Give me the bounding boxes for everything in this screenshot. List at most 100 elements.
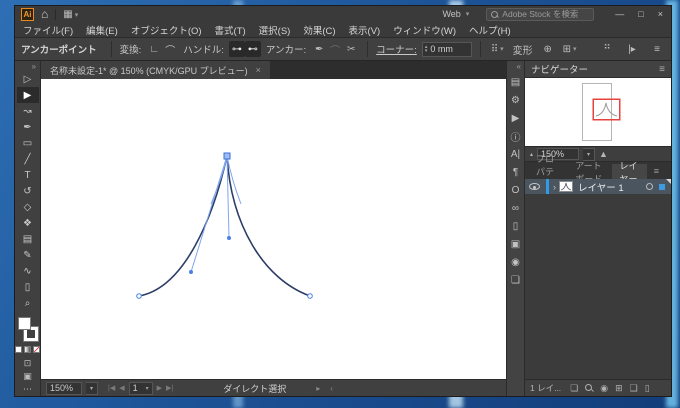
layer-thumbnail[interactable] bbox=[559, 181, 573, 192]
links-panel-icon[interactable]: ∞ bbox=[507, 199, 524, 217]
play-actions-icon[interactable]: ▶ bbox=[507, 109, 524, 127]
rectangle-tool[interactable]: ▭ bbox=[17, 135, 39, 151]
target-circle-icon[interactable] bbox=[646, 183, 653, 190]
symbols-panel-icon[interactable]: ▣ bbox=[507, 235, 524, 253]
handle-end-point[interactable] bbox=[227, 236, 231, 240]
toolbar-expand-icon[interactable]: » bbox=[32, 61, 40, 71]
menu-item[interactable]: 書式(T) bbox=[215, 23, 246, 37]
drawing-mode-button[interactable]: ⊡ bbox=[24, 357, 32, 370]
anchor-point[interactable] bbox=[136, 293, 142, 299]
convert-to-smooth-icon[interactable]: ⌒ bbox=[162, 41, 178, 57]
selection-indicator-square[interactable] bbox=[659, 183, 665, 190]
zoom-in-icon[interactable]: ▲ bbox=[599, 149, 608, 159]
gradient-mode-button[interactable] bbox=[24, 346, 31, 353]
workspace-switcher[interactable]: Web ▾ bbox=[442, 9, 469, 19]
blend-tool[interactable]: ∿ bbox=[17, 263, 39, 279]
lasso-tool[interactable]: ↝ bbox=[17, 103, 39, 119]
last-artboard-icon[interactable]: ▶| bbox=[166, 384, 173, 392]
pencil-tool[interactable]: ✎ bbox=[17, 247, 39, 263]
actions-icon[interactable]: ⚙ bbox=[507, 91, 524, 109]
pen-tool[interactable]: ✒ bbox=[17, 119, 39, 135]
export-for-screens-button[interactable]: ⊞ ▾ bbox=[561, 41, 579, 57]
anchor-point[interactable] bbox=[307, 293, 313, 299]
remove-anchor-pen-icon[interactable]: ✒ bbox=[311, 41, 327, 57]
document-info-icon[interactable]: ⓘ bbox=[507, 127, 524, 145]
zoom-tool[interactable]: ⌕ bbox=[17, 295, 39, 311]
direct-selection-tool[interactable]: ▶ bbox=[16, 87, 39, 103]
show-handles-icon[interactable]: ⊶ bbox=[228, 41, 245, 57]
paragraph-panel-icon[interactable]: ¶ bbox=[507, 163, 524, 181]
panel-menu-icon[interactable]: ≡ bbox=[659, 64, 665, 75]
rotate-tool[interactable]: ↺ bbox=[17, 183, 39, 199]
corner-radius-value[interactable]: 0 mm bbox=[430, 44, 453, 54]
artboard-tool[interactable]: ▯ bbox=[17, 279, 39, 295]
next-artboard-icon[interactable]: ▶ bbox=[157, 384, 162, 392]
vector-path-drawing[interactable] bbox=[41, 79, 506, 380]
menu-item[interactable]: オブジェクト(O) bbox=[131, 23, 202, 37]
eraser-tool[interactable]: ◇ bbox=[17, 199, 39, 215]
opentype-panel-icon[interactable]: O bbox=[507, 181, 524, 199]
adobe-stock-search-input[interactable]: Adobe Stock を検索 bbox=[486, 7, 595, 21]
transform-button[interactable]: 変形 bbox=[511, 41, 535, 57]
tab-artboards[interactable]: アートボード bbox=[568, 161, 612, 184]
new-layer-icon[interactable]: ❑ bbox=[630, 383, 638, 394]
first-artboard-icon[interactable]: |◀ bbox=[108, 384, 115, 392]
selected-anchor-point[interactable] bbox=[223, 152, 231, 160]
tab-properties[interactable]: プロパティ bbox=[529, 154, 568, 190]
expand-chevron-icon[interactable]: › bbox=[553, 182, 556, 192]
visibility-eye-icon[interactable] bbox=[529, 183, 540, 190]
zoom-out-icon[interactable]: ▴ bbox=[530, 151, 533, 158]
collect-for-export-icon[interactable]: ❏ bbox=[570, 383, 578, 394]
stepper-down-icon[interactable]: ▾ bbox=[425, 49, 428, 54]
type-tool[interactable]: T bbox=[17, 167, 39, 183]
connect-path-icon[interactable]: ⌒ bbox=[327, 41, 343, 57]
status-splitter-left-icon[interactable]: ‹ bbox=[330, 384, 333, 393]
navigator-tab[interactable]: ナビゲーター bbox=[531, 62, 588, 76]
corner-radius-stepper[interactable]: ▴ ▾ 0 mm bbox=[421, 41, 472, 57]
menu-item[interactable]: 効果(C) bbox=[303, 23, 335, 37]
menu-item[interactable]: 選択(S) bbox=[259, 23, 291, 37]
zoom-level-field[interactable]: 150% bbox=[46, 381, 82, 395]
screen-mode-button[interactable]: ▣ bbox=[23, 370, 32, 383]
panel-menu-icon[interactable]: ≡ bbox=[647, 163, 666, 178]
menu-item[interactable]: 編集(E) bbox=[86, 23, 118, 37]
artboards-panel-icon[interactable]: ▯ bbox=[507, 217, 524, 235]
menu-item[interactable]: ウィンドウ(W) bbox=[393, 23, 456, 37]
zoom-dropdown-icon[interactable]: ▾ bbox=[86, 381, 98, 395]
new-sublayer-icon[interactable]: ⊞ bbox=[615, 383, 623, 394]
none-mode-button[interactable] bbox=[33, 346, 40, 353]
trash-icon[interactable]: ▯ bbox=[645, 383, 650, 394]
libraries-icon[interactable]: ▤ bbox=[507, 73, 524, 91]
brushes-panel-icon[interactable]: ◉ bbox=[507, 253, 524, 271]
handle-end-point[interactable] bbox=[189, 270, 193, 274]
select-similar-icon[interactable]: ⠛ bbox=[599, 41, 615, 57]
fill-stroke-swatches[interactable] bbox=[17, 317, 39, 342]
convert-to-corner-icon[interactable]: ∟ bbox=[146, 41, 162, 57]
artboard-number-field[interactable]: 1 ▾ bbox=[128, 381, 153, 395]
fill-swatch[interactable] bbox=[17, 317, 31, 330]
layer-name[interactable]: レイヤー 1 bbox=[578, 180, 624, 194]
status-splitter-right-icon[interactable]: ▸ bbox=[316, 384, 320, 393]
constrain-proportions-icon[interactable]: ⊕ bbox=[540, 41, 556, 57]
align-options-button[interactable]: ⠿ ▾ bbox=[489, 41, 506, 57]
tab-close-icon[interactable]: × bbox=[256, 65, 261, 75]
tent-path[interactable] bbox=[138, 155, 311, 297]
previous-artboard-icon[interactable]: ◀ bbox=[119, 384, 124, 392]
dock-expand-icon[interactable]: « bbox=[517, 61, 524, 73]
line-segment-tool[interactable]: ╱ bbox=[17, 151, 39, 167]
locate-object-icon[interactable] bbox=[585, 384, 593, 392]
minimize-button[interactable]: — bbox=[615, 9, 624, 19]
gradient-tool[interactable]: ▤ bbox=[17, 231, 39, 247]
more-tools-button[interactable]: ⋯ bbox=[23, 383, 32, 396]
menu-item[interactable]: ファイル(F) bbox=[23, 23, 73, 37]
document-tab[interactable]: 名称未設定-1* @ 150% (CMYK/GPU プレビュー) × bbox=[41, 61, 270, 79]
direction-handle-line[interactable] bbox=[190, 155, 228, 273]
layer-row[interactable]: › レイヤー 1 bbox=[525, 179, 671, 194]
maximize-button[interactable]: □ bbox=[638, 9, 643, 19]
cut-path-icon[interactable]: ✂ bbox=[343, 41, 359, 57]
navigator-view-rectangle[interactable] bbox=[593, 99, 620, 120]
shape-options-icon[interactable]: |▸ bbox=[624, 41, 640, 57]
shape-builder-tool[interactable]: ❖ bbox=[17, 215, 39, 231]
artboard-canvas[interactable] bbox=[41, 79, 506, 379]
control-menu-icon[interactable]: ≡ bbox=[649, 41, 665, 57]
